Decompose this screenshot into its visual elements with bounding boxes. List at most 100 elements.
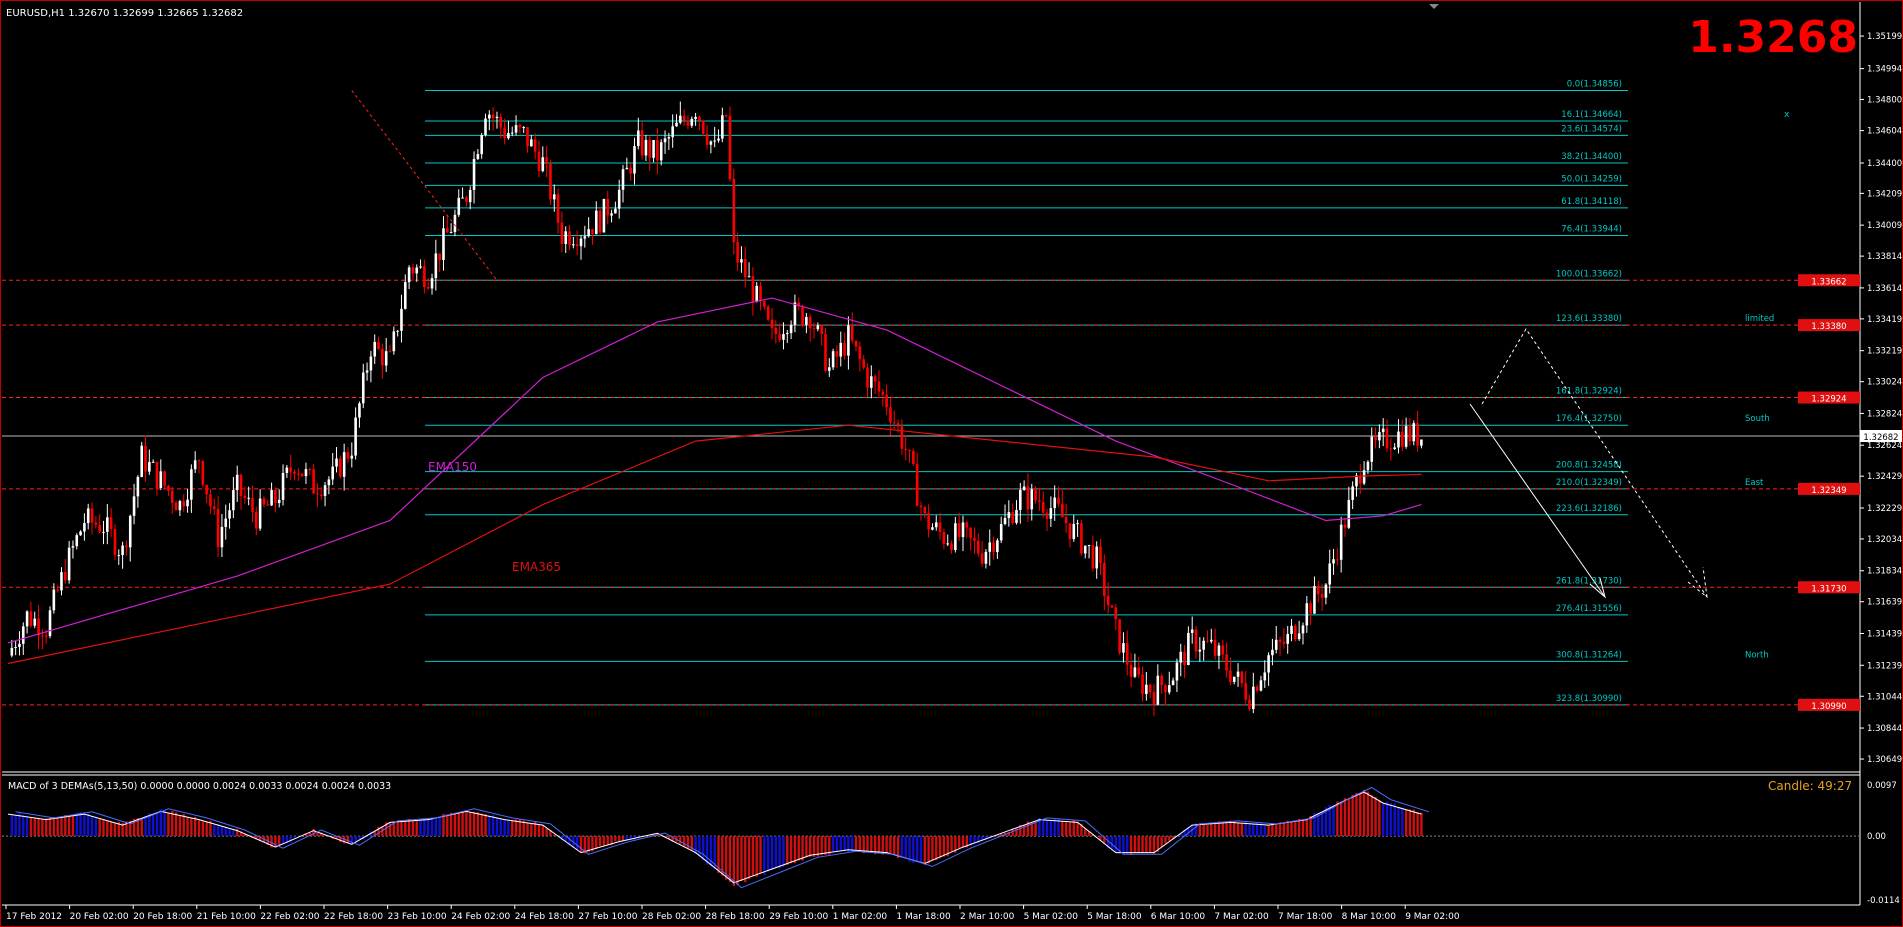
candle-body bbox=[717, 138, 720, 141]
candle-body bbox=[1301, 625, 1305, 634]
forecast-arrow-solid bbox=[1469, 403, 1606, 598]
candle-body bbox=[942, 531, 946, 545]
time-tick-label: 28 Feb 18:00 bbox=[706, 912, 765, 922]
candle-body bbox=[690, 118, 694, 126]
candle-body bbox=[83, 523, 86, 532]
candle-body bbox=[453, 214, 457, 233]
candle-body bbox=[1252, 686, 1255, 710]
candle-body bbox=[1202, 640, 1205, 650]
candle-body bbox=[197, 460, 201, 462]
candle-body bbox=[1080, 523, 1083, 554]
candle-body bbox=[457, 197, 461, 215]
candle-body bbox=[1236, 671, 1240, 677]
time-tick-label: 24 Feb 18:00 bbox=[515, 912, 574, 922]
candle-body bbox=[1137, 667, 1141, 675]
candle-body bbox=[973, 537, 976, 541]
candle-body bbox=[992, 542, 995, 553]
candle-body bbox=[614, 208, 617, 214]
candle-body bbox=[1053, 497, 1056, 509]
candle-body bbox=[686, 120, 690, 126]
candle-body bbox=[805, 316, 808, 325]
candle-body bbox=[957, 523, 961, 538]
candle-body bbox=[854, 340, 858, 347]
price-tick-label: 1.32429 bbox=[1867, 472, 1902, 482]
candle-body bbox=[1030, 489, 1034, 510]
candle-body bbox=[583, 236, 587, 239]
candle-body bbox=[308, 469, 312, 471]
candle-body bbox=[1187, 632, 1190, 665]
candle-body bbox=[560, 222, 564, 244]
candle-body bbox=[247, 497, 250, 499]
price-tick-label: 1.31639 bbox=[1867, 598, 1902, 608]
candle-body bbox=[1076, 523, 1079, 525]
candle-body bbox=[491, 114, 495, 119]
candle-body bbox=[785, 332, 789, 334]
candle-body bbox=[1064, 517, 1068, 524]
candle-body bbox=[339, 458, 342, 477]
candle-body bbox=[732, 178, 736, 243]
candle-body bbox=[495, 116, 499, 119]
candle-body bbox=[201, 460, 205, 485]
candle-body bbox=[617, 189, 621, 209]
candle-body bbox=[151, 461, 155, 463]
candle-body bbox=[1217, 645, 1221, 656]
price-tick-label: 1.34400 bbox=[1867, 159, 1902, 169]
candle-body bbox=[1255, 686, 1259, 691]
candle-body bbox=[312, 469, 315, 494]
candle-body bbox=[186, 499, 189, 507]
price-tick-label: 1.34604 bbox=[1867, 127, 1902, 137]
fib-tag-label: East bbox=[1745, 478, 1764, 488]
ema-line-ema150 bbox=[7, 297, 1422, 644]
candle-body bbox=[564, 231, 568, 244]
candle-body bbox=[300, 473, 304, 477]
candle-body bbox=[663, 138, 667, 143]
fib-label: 38.2(1.34400) bbox=[1561, 152, 1622, 162]
candle-body bbox=[594, 210, 598, 235]
candle-body bbox=[41, 635, 44, 637]
candle-body bbox=[243, 495, 247, 498]
candle-body bbox=[530, 139, 533, 147]
candle-body bbox=[209, 494, 212, 507]
time-tick-label: 24 Feb 02:00 bbox=[451, 912, 510, 922]
candle-body bbox=[1129, 664, 1133, 677]
candle-body bbox=[610, 213, 613, 216]
candle-body bbox=[976, 540, 980, 554]
candle-body bbox=[323, 485, 327, 496]
candle-body bbox=[113, 529, 117, 556]
candle-body bbox=[969, 527, 972, 538]
fib-label: 100.0(1.33662) bbox=[1556, 269, 1622, 279]
candle-body bbox=[1011, 512, 1014, 523]
candle-body bbox=[79, 531, 82, 536]
chart-canvas[interactable]: 0.0(1.34856) 16.1(1.34664) 23.6(1.34574) 38… bbox=[0, 0, 1903, 927]
candle-body bbox=[1198, 649, 1202, 652]
candle-body bbox=[629, 167, 632, 174]
moving-averages bbox=[7, 297, 1422, 665]
candle-body bbox=[503, 127, 506, 139]
candle-body bbox=[1370, 436, 1374, 462]
fib-label: 223.6(1.32186) bbox=[1556, 504, 1622, 514]
candle-body bbox=[75, 535, 79, 547]
dashed-level-tag-text: 1.33380 bbox=[1811, 322, 1846, 332]
candle-body bbox=[472, 158, 476, 190]
price-tick-label: 1.30844 bbox=[1867, 724, 1902, 734]
candle-body bbox=[44, 635, 48, 637]
dashed-level-tag-text: 1.30990 bbox=[1811, 702, 1846, 712]
candle-body bbox=[778, 333, 781, 340]
candle-body bbox=[1122, 643, 1125, 653]
fib-tag-label: limited bbox=[1745, 314, 1774, 324]
candle-body bbox=[1041, 502, 1045, 513]
candle-body bbox=[682, 115, 686, 121]
candle-body bbox=[29, 611, 33, 626]
candle-body bbox=[182, 501, 186, 507]
time-tick-label: 22 Feb 18:00 bbox=[324, 912, 383, 922]
candle-body bbox=[1381, 428, 1385, 433]
candle-body bbox=[316, 493, 319, 495]
candle-body bbox=[1232, 676, 1236, 682]
candle-body bbox=[724, 115, 728, 117]
candle-body bbox=[675, 122, 678, 127]
candle-body bbox=[1003, 518, 1007, 525]
candle-body bbox=[388, 351, 392, 353]
candle-body bbox=[178, 501, 182, 511]
candle-body bbox=[1061, 503, 1064, 518]
candle-body bbox=[346, 452, 350, 459]
